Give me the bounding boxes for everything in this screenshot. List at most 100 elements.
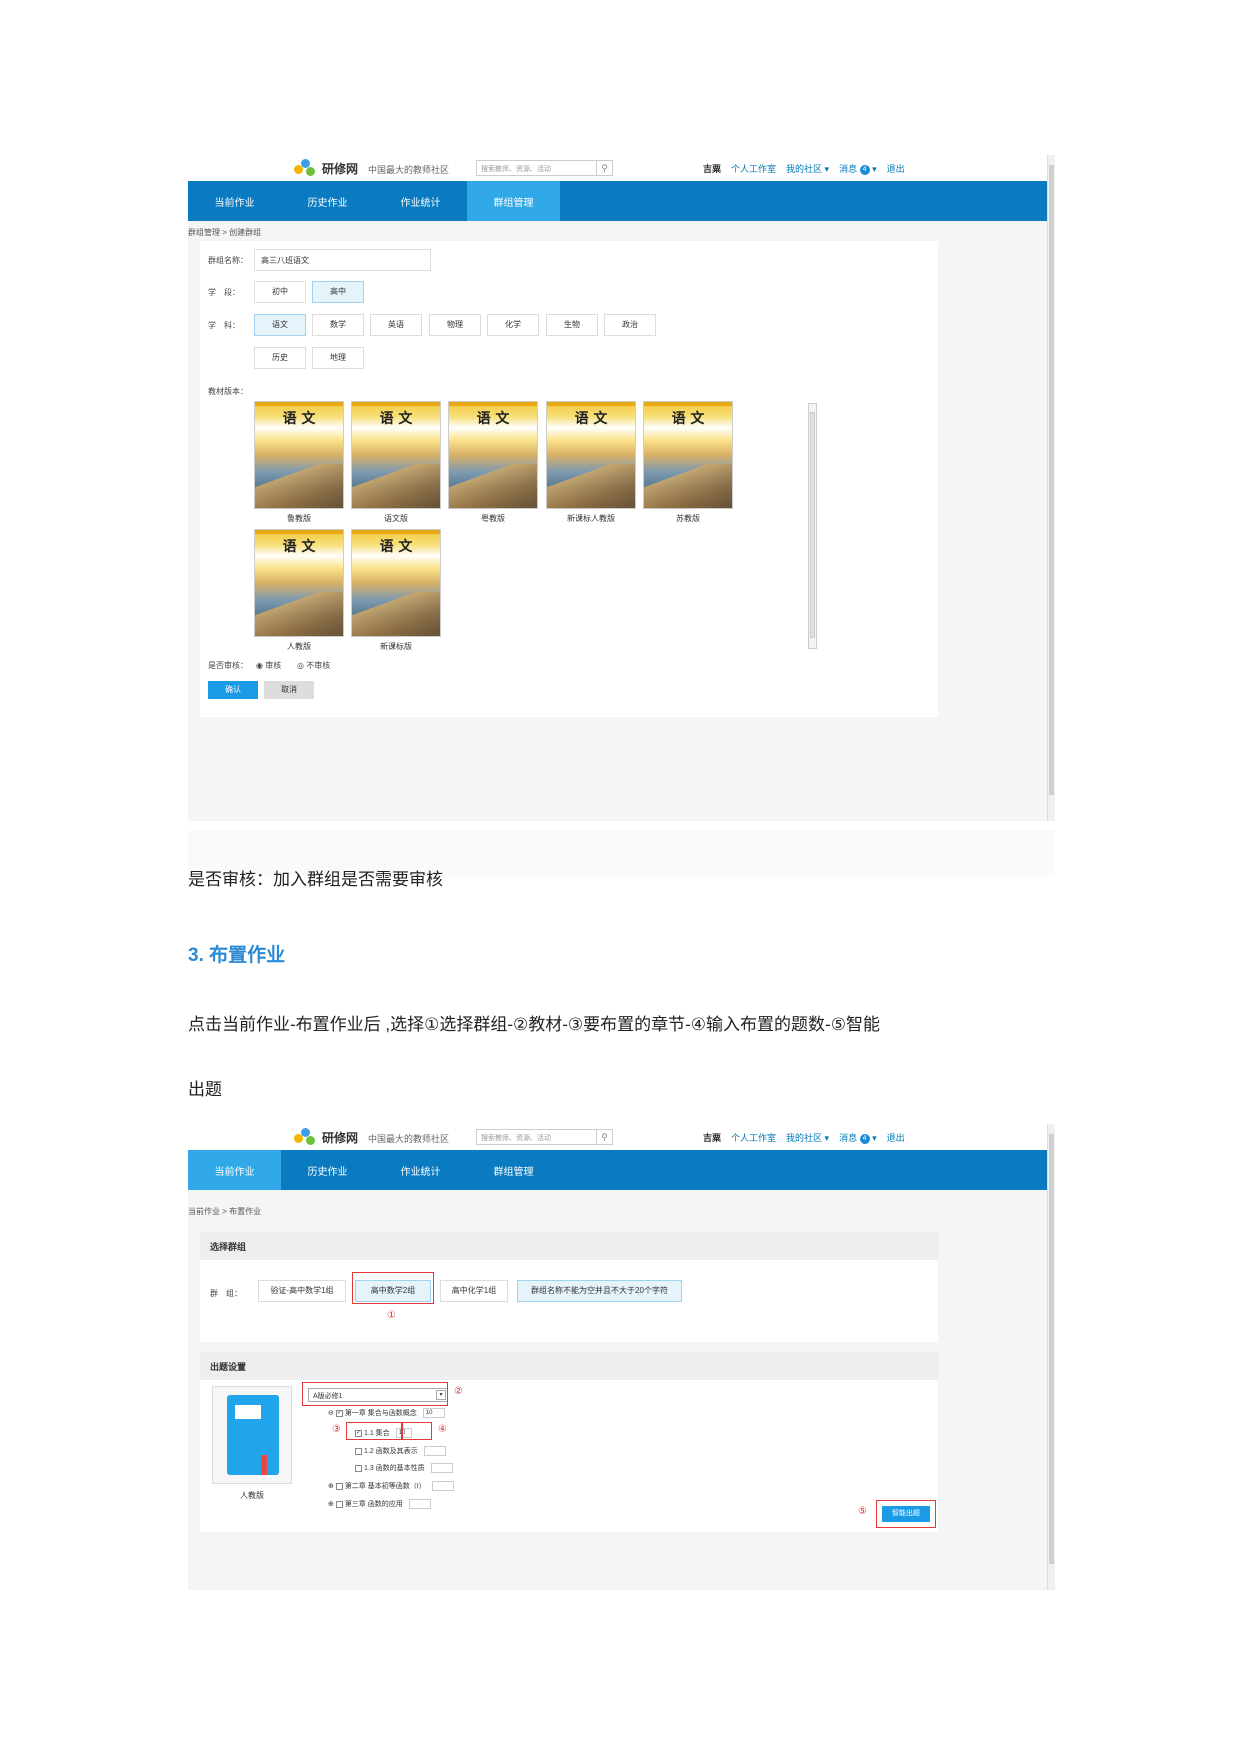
review-no-label: 不审核 — [306, 661, 331, 670]
tab-current-homework[interactable]: 当前作业 — [188, 181, 281, 221]
link-messages[interactable]: 消息 4 ▾ — [839, 1131, 877, 1144]
count-input[interactable] — [431, 1481, 454, 1492]
textbook-label: 教材版本： — [208, 387, 248, 396]
main-nav: 当前作业 历史作业 作业统计 群组管理 — [188, 1150, 1048, 1190]
link-community-label: 我的社区 — [786, 1133, 823, 1143]
site-logo[interactable]: 研修网 — [294, 1128, 358, 1146]
breadcrumb: 群组管理 > 创建群组 — [188, 228, 262, 237]
textbook-thumbnail[interactable] — [212, 1386, 292, 1484]
textbook-cover[interactable]: 语 文 — [351, 529, 441, 637]
highlight-box-2 — [302, 1382, 448, 1406]
group-option[interactable]: 验证-高中数学1组 — [258, 1280, 346, 1302]
review-yes-label: 审核 — [265, 661, 282, 670]
textbook-cover-title: 语 文 — [476, 411, 510, 427]
select-group-panel: 选择群组 群 组： 验证-高中数学1组 高中数学2组 高中化学1组 群组名称不能… — [200, 1232, 938, 1342]
subject-option-history[interactable]: 历史 — [254, 347, 306, 369]
confirm-button[interactable]: 确认 — [208, 681, 258, 699]
textbook-list-scrollbar[interactable] — [808, 403, 817, 649]
logo-text: 研修网 — [322, 161, 359, 176]
top-bar: 研修网 中国最大的教师社区 搜索教师、资源、活动 ⚲ 吉粟 个人工作室 我的社区… — [188, 1124, 1055, 1150]
textbook-cover-title: 语 文 — [282, 411, 316, 427]
tab-history-homework[interactable]: 历史作业 — [281, 1150, 374, 1190]
stage-option-junior[interactable]: 初中 — [254, 281, 306, 303]
stage-option-senior[interactable]: 高中 — [312, 281, 364, 303]
site-logo[interactable]: 研修网 — [294, 159, 358, 177]
group-name-input[interactable]: 高三八班语文 — [254, 249, 431, 271]
username[interactable]: 吉粟 — [703, 162, 721, 175]
count-input[interactable]: 10 — [422, 1408, 445, 1419]
subject-option-english[interactable]: 英语 — [370, 314, 422, 336]
group-option[interactable]: 群组名称不能为空并且不大于20个字符 — [517, 1280, 682, 1302]
tree-item-section-1-3[interactable]: 1.3 函数的基本性质 — [355, 1463, 453, 1474]
textbook-cover[interactable]: 语 文 — [448, 401, 538, 509]
search-placeholder: 搜索教师、资源、活动 — [481, 1135, 551, 1142]
search-placeholder: 搜索教师、资源、活动 — [481, 166, 551, 173]
tab-group-management[interactable]: 群组管理 — [467, 181, 560, 221]
link-community-label: 我的社区 — [786, 164, 823, 174]
textbook-cover[interactable]: 语 文 — [254, 529, 344, 637]
tree-item-chapter-1[interactable]: ⊖ ✓ 第一章 集合与函数概念 10 — [328, 1408, 445, 1419]
textbook-cover-title: 语 文 — [379, 411, 413, 427]
count-input[interactable] — [408, 1499, 431, 1510]
textbook-cover[interactable]: 语 文 — [254, 401, 344, 509]
tab-homework-stats[interactable]: 作业统计 — [374, 1150, 467, 1190]
tree-item-chapter-3[interactable]: ⊕ 第三章 函数的应用 — [328, 1499, 431, 1510]
subject-option-chemistry[interactable]: 化学 — [487, 314, 539, 336]
subject-option-politics[interactable]: 政治 — [604, 314, 656, 336]
link-community[interactable]: 我的社区 ▾ — [786, 1131, 829, 1144]
message-count-badge: 4 — [859, 1133, 870, 1144]
textbook-caption: 语文版 — [384, 514, 408, 523]
textbook-cover[interactable]: 语 文 — [546, 401, 636, 509]
review-no-radio[interactable]: ◎ 不审核 — [297, 660, 330, 671]
tree-item-chapter-2[interactable]: ⊕ 第二章 基本初等函数（I） — [328, 1481, 454, 1492]
slogan: 中国最大的教师社区 — [368, 1135, 450, 1145]
instruction-line-2: 出题 — [188, 1080, 222, 1099]
count-input[interactable] — [430, 1463, 453, 1474]
highlight-box-5 — [876, 1500, 936, 1528]
search-input[interactable]: 搜索教师、资源、活动 ⚲ — [476, 160, 613, 176]
username[interactable]: 吉粟 — [703, 1131, 721, 1144]
top-links: 吉粟 个人工作室 我的社区 ▾ 消息 4 ▾ 退出 — [703, 162, 905, 175]
tree-item-section-1-2[interactable]: 1.2 函数及其表示 — [355, 1446, 446, 1457]
link-community[interactable]: 我的社区 ▾ — [786, 162, 829, 175]
group-option[interactable]: 高中化学1组 — [440, 1280, 508, 1302]
link-logout[interactable]: 退出 — [887, 1131, 905, 1144]
tab-current-homework[interactable]: 当前作业 — [188, 1150, 281, 1190]
question-setting-heading: 出题设置 — [200, 1352, 938, 1380]
search-input[interactable]: 搜索教师、资源、活动 ⚲ — [476, 1129, 613, 1145]
tree-item-label: 第二章 基本初等函数（I） — [344, 1483, 426, 1490]
textbook-caption: 新课标版 — [380, 642, 412, 651]
highlight-box-1 — [352, 1272, 434, 1304]
link-logout[interactable]: 退出 — [887, 162, 905, 175]
top-links: 吉粟 个人工作室 我的社区 ▾ 消息 4 ▾ 退出 — [703, 1131, 905, 1144]
slogan: 中国最大的教师社区 — [368, 166, 450, 176]
section-heading: 3. 布置作业 — [188, 945, 286, 966]
count-input[interactable] — [423, 1446, 446, 1457]
link-messages-label: 消息 — [839, 1133, 858, 1143]
subject-option-biology[interactable]: 生物 — [546, 314, 598, 336]
search-icon[interactable]: ⚲ — [596, 161, 612, 175]
marker-4: ④ — [438, 1424, 447, 1435]
textbook-caption: 人教版 — [287, 642, 311, 651]
link-studio[interactable]: 个人工作室 — [731, 162, 776, 175]
textbook-cover-title: 语 文 — [282, 539, 316, 555]
page-scrollbar[interactable] — [1047, 1124, 1055, 1590]
subject-option-geography[interactable]: 地理 — [312, 347, 364, 369]
link-studio[interactable]: 个人工作室 — [731, 1131, 776, 1144]
logo-icon — [294, 1128, 318, 1146]
marker-5: ⑤ — [858, 1506, 867, 1517]
link-messages[interactable]: 消息 4 ▾ — [839, 162, 877, 175]
review-caption: 是否审核：加入群组是否需要审核 — [188, 870, 443, 889]
textbook-cover[interactable]: 语 文 — [351, 401, 441, 509]
tab-history-homework[interactable]: 历史作业 — [281, 181, 374, 221]
tab-homework-stats[interactable]: 作业统计 — [374, 181, 467, 221]
review-yes-radio[interactable]: ◉ 审核 — [256, 660, 281, 671]
page-scrollbar[interactable] — [1047, 155, 1055, 821]
cancel-button[interactable]: 取消 — [264, 681, 314, 699]
search-icon[interactable]: ⚲ — [596, 1130, 612, 1144]
textbook-cover[interactable]: 语 文 — [643, 401, 733, 509]
tab-group-management[interactable]: 群组管理 — [467, 1150, 560, 1190]
subject-option-physics[interactable]: 物理 — [429, 314, 481, 336]
subject-option-chinese[interactable]: 语文 — [254, 314, 306, 336]
subject-option-math[interactable]: 数学 — [312, 314, 364, 336]
